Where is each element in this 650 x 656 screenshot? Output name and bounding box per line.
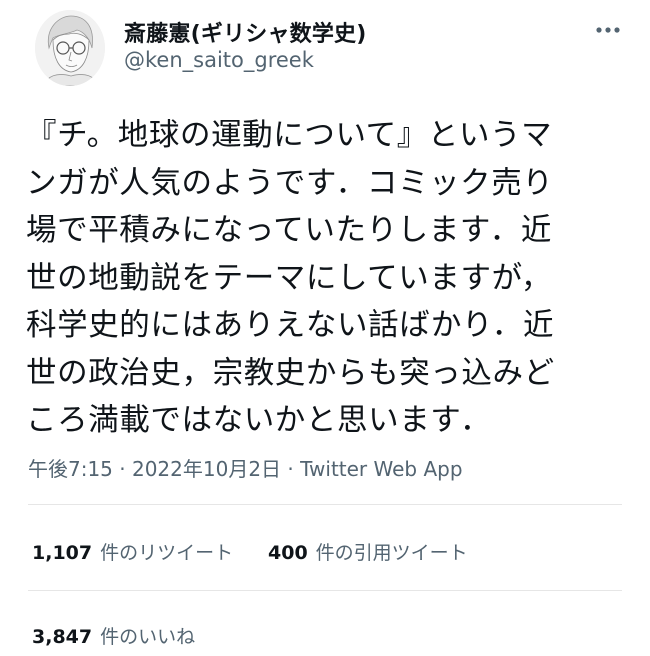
retweets-count: 1,107 xyxy=(32,542,93,564)
likes-label: 件のいいね xyxy=(100,626,196,648)
avatar[interactable] xyxy=(35,10,105,86)
quotes-count: 400 xyxy=(268,542,308,564)
divider xyxy=(28,590,622,591)
divider xyxy=(28,504,622,505)
more-options-icon[interactable] xyxy=(594,20,622,40)
retweets-label: 件のリツイート xyxy=(100,542,234,564)
tweet-text: 『チ。地球の運動について』というマ ンガが人気のようです．コミック売り 場で平積… xyxy=(26,118,555,438)
display-name[interactable]: 斎藤憲(ギリシャ数学史) xyxy=(124,16,367,48)
likes-stat[interactable]: 3,847 件のいいね xyxy=(32,622,195,649)
tweet-header: 斎藤憲(ギリシャ数学史) @ken_saito_greek xyxy=(0,0,650,100)
likes-count: 3,847 xyxy=(32,626,93,648)
tweet-timestamp-source[interactable]: 午後7:15 · 2022年10月2日 · Twitter Web App xyxy=(28,453,463,482)
user-handle[interactable]: @ken_saito_greek xyxy=(124,48,314,72)
quotes-stat[interactable]: 400 件の引用ツイート xyxy=(268,538,468,565)
avatar-sketch-icon xyxy=(35,10,105,86)
retweets-stat[interactable]: 1,107 件のリツイート xyxy=(32,538,233,565)
quotes-label: 件の引用ツイート xyxy=(315,542,468,564)
